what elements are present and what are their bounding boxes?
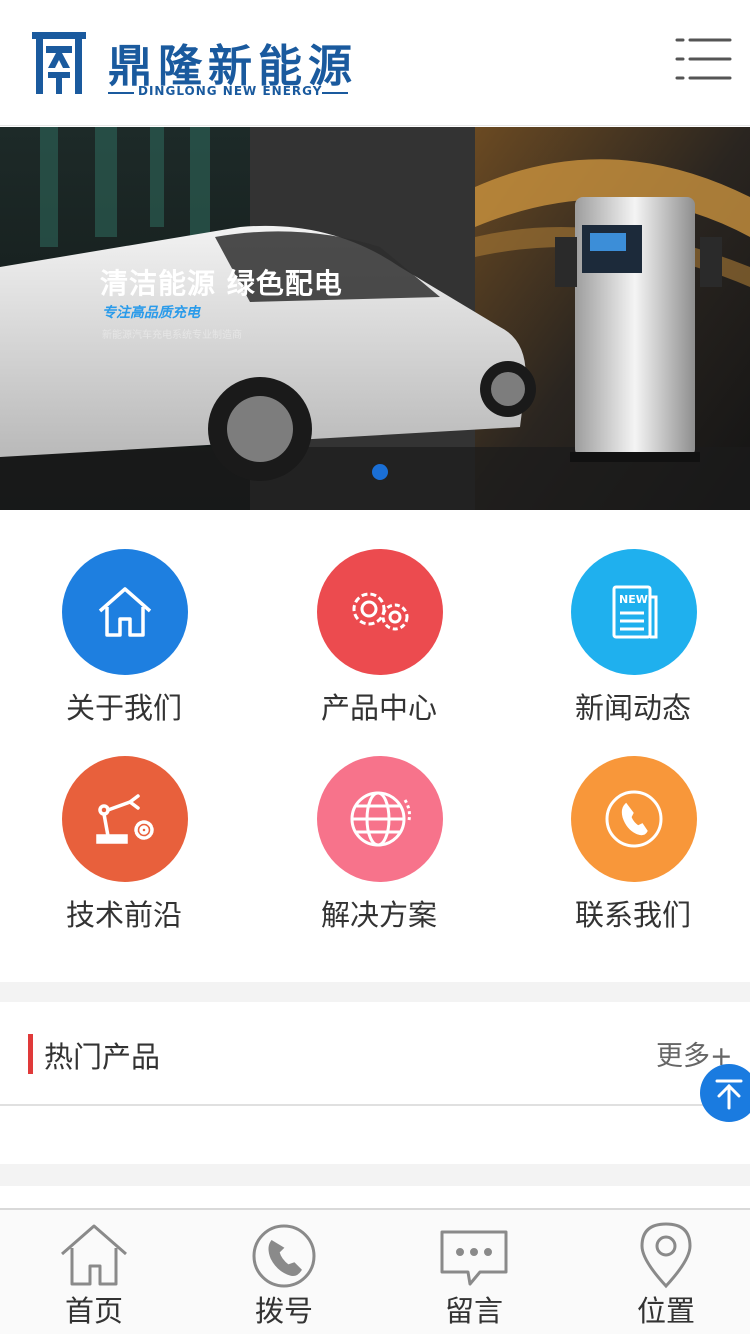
banner-description: 新能源汽车充电系统专业制造商 <box>102 330 242 341</box>
newspaper-icon: NEW <box>612 585 658 639</box>
carousel-indicator-active[interactable] <box>372 464 388 480</box>
nav-item-message[interactable]: 留言 <box>380 1210 568 1334</box>
grid-item-contact[interactable]: 联系我们 <box>533 756 733 946</box>
menu-icon[interactable] <box>674 34 732 84</box>
grid-label-solutions: 解决方案 <box>320 898 437 932</box>
section-accent-bar <box>28 1034 33 1074</box>
solutions-circle[interactable] <box>317 756 443 882</box>
grid-item-news[interactable]: NEW 新闻动态 <box>533 549 733 739</box>
arrow-up-icon <box>715 1079 743 1110</box>
grid-item-technology[interactable]: 技术前沿 <box>24 756 224 946</box>
nav-label-location: 位置 <box>636 1294 695 1328</box>
about-circle[interactable] <box>62 549 188 675</box>
message-icon <box>440 1230 508 1286</box>
grid-label-contact: 联系我们 <box>574 898 691 932</box>
location-pin-icon <box>640 1222 692 1289</box>
grid-item-solutions[interactable]: 解决方案 <box>279 756 479 946</box>
bottom-nav: 首页 拨号 留言 位置 <box>0 1208 750 1334</box>
products-circle[interactable] <box>317 549 443 675</box>
globe-icon <box>350 791 411 847</box>
grid-label-products: 产品中心 <box>320 691 437 725</box>
back-to-top-button[interactable] <box>700 1064 750 1122</box>
contact-circle[interactable] <box>571 756 697 882</box>
banner-headline: 清洁能源 绿色配电 <box>100 267 343 300</box>
news-circle[interactable]: NEW <box>571 549 697 675</box>
section-divider <box>0 982 750 1002</box>
brand-english-name: DINGLONG NEW ENERGY <box>138 84 323 98</box>
grid-label-technology: 技术前沿 <box>65 898 182 932</box>
hot-products-title: 热门产品 <box>44 1040 161 1074</box>
technology-circle[interactable] <box>62 756 188 882</box>
phone-outline-icon <box>252 1224 316 1288</box>
nav-item-home[interactable]: 首页 <box>0 1210 188 1334</box>
nav-label-message: 留言 <box>444 1294 503 1328</box>
hot-products-header: 热门产品 更多+ <box>0 1002 750 1106</box>
grid-item-products[interactable]: 产品中心 <box>279 549 479 739</box>
home-outline-icon <box>61 1224 127 1286</box>
brand-tagline: DINGLONG NEW ENERGY <box>108 84 348 100</box>
tagline-divider-right <box>322 92 348 94</box>
home-icon <box>98 587 152 637</box>
nav-label-home: 首页 <box>64 1294 123 1328</box>
logo-icon[interactable] <box>32 32 86 94</box>
hero-banner[interactable]: 清洁能源 绿色配电 专注高品质充电 新能源汽车充电系统专业制造商 <box>0 127 750 510</box>
header: 鼎隆新能源 DINGLONG NEW ENERGY <box>0 0 750 126</box>
nav-label-call: 拨号 <box>254 1294 313 1328</box>
robot-arm-icon <box>96 794 154 844</box>
banner-subheadline: 专注高品质充电 <box>102 305 200 321</box>
nav-item-location[interactable]: 位置 <box>572 1210 750 1334</box>
tagline-divider-left <box>108 92 134 94</box>
grid-label-news: 新闻动态 <box>574 691 691 725</box>
phone-icon <box>605 790 663 848</box>
section-divider-bottom <box>0 1164 750 1186</box>
grid-item-about[interactable]: 关于我们 <box>24 549 224 739</box>
svg-text:NEW: NEW <box>619 593 648 606</box>
gears-icon <box>352 592 409 631</box>
nav-item-call[interactable]: 拨号 <box>190 1210 378 1334</box>
grid-label-about: 关于我们 <box>65 691 182 725</box>
